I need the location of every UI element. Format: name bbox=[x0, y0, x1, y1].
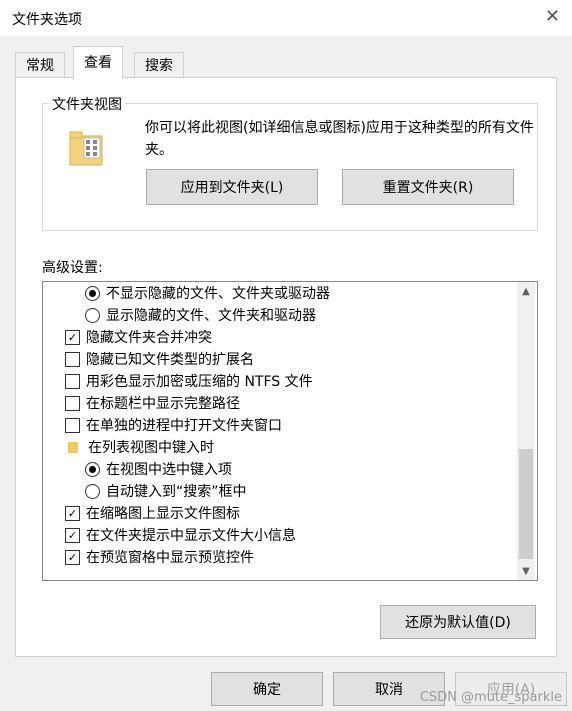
list-item-label: 自动键入到“搜索”框中 bbox=[106, 484, 247, 500]
list-item-label: 用彩色显示加密或压缩的 NTFS 文件 bbox=[86, 374, 313, 390]
radio-selected[interactable] bbox=[85, 461, 100, 477]
list-item-label: 在列表视图中键入时 bbox=[88, 440, 214, 456]
list-item[interactable]: 显示隐藏的文件、文件夹和驱动器 bbox=[85, 304, 316, 326]
checkbox[interactable] bbox=[65, 373, 80, 389]
list-item-label: 隐藏已知文件类型的扩展名 bbox=[86, 352, 254, 368]
list-item[interactable]: ✓ 隐藏文件夹合并冲突 bbox=[65, 326, 212, 348]
checkbox[interactable] bbox=[65, 417, 80, 433]
folder-view-icon bbox=[69, 131, 103, 166]
list-item: 在列表视图中键入时 bbox=[68, 436, 214, 458]
list-item[interactable]: ✓ 在预览窗格中显示预览控件 bbox=[65, 546, 254, 568]
title-bar: 文件夹选项 ✕ bbox=[0, 0, 572, 36]
radio[interactable] bbox=[85, 307, 100, 323]
list-item[interactable]: 在标题栏中显示完整路径 bbox=[65, 392, 240, 414]
list-item[interactable]: 在单独的进程中打开文件夹窗口 bbox=[65, 414, 282, 436]
list-item[interactable]: 不显示隐藏的文件、文件夹或驱动器 bbox=[85, 282, 330, 304]
restore-defaults-button[interactable]: 还原为默认值(D) bbox=[380, 605, 536, 639]
list-item-label: 不显示隐藏的文件、文件夹或驱动器 bbox=[106, 286, 330, 302]
reset-folders-button[interactable]: 重置文件夹(R) bbox=[342, 169, 514, 205]
scroll-up-icon[interactable]: ▲ bbox=[517, 282, 535, 300]
checkbox-checked[interactable]: ✓ bbox=[65, 549, 80, 565]
list-item-label: 在单独的进程中打开文件夹窗口 bbox=[86, 418, 282, 434]
list-item-label: 在缩略图上显示文件图标 bbox=[86, 506, 240, 522]
advanced-settings-list[interactable]: 不显示隐藏的文件、文件夹或驱动器 显示隐藏的文件、文件夹和驱动器 ✓ 隐藏文件夹… bbox=[42, 281, 538, 581]
scrollbar-thumb[interactable] bbox=[519, 449, 533, 559]
close-icon[interactable]: ✕ bbox=[545, 6, 560, 27]
scroll-down-icon[interactable]: ▼ bbox=[517, 562, 535, 580]
list-item-label: 在文件夹提示中显示文件大小信息 bbox=[86, 528, 296, 544]
list-item[interactable]: 在视图中选中键入项 bbox=[85, 458, 232, 480]
list-item[interactable]: ✓ 在文件夹提示中显示文件大小信息 bbox=[65, 524, 296, 546]
watermark: CSDN @mute_sparkle bbox=[419, 690, 562, 705]
tab-search[interactable]: 搜索 bbox=[134, 52, 184, 79]
folder-views-title: 文件夹视图 bbox=[49, 94, 125, 114]
checkbox-checked[interactable]: ✓ bbox=[65, 505, 80, 521]
checkbox-checked[interactable]: ✓ bbox=[65, 527, 80, 543]
tab-general[interactable]: 常规 bbox=[15, 52, 65, 79]
checkbox-checked[interactable]: ✓ bbox=[65, 329, 80, 345]
list-item-label: 隐藏文件夹合并冲突 bbox=[86, 330, 212, 346]
folder-views-description: 你可以将此视图(如详细信息或图标)应用于这种类型的所有文件夹。 bbox=[145, 120, 534, 158]
list-item[interactable]: 隐藏已知文件类型的扩展名 bbox=[65, 348, 254, 370]
radio-selected[interactable] bbox=[85, 285, 100, 301]
apply-to-folders-button[interactable]: 应用到文件夹(L) bbox=[146, 169, 318, 205]
list-item-label: 显示隐藏的文件、文件夹和驱动器 bbox=[106, 308, 316, 324]
ok-button[interactable]: 确定 bbox=[211, 672, 323, 706]
checkbox[interactable] bbox=[65, 351, 80, 367]
tab-view[interactable]: 查看 bbox=[73, 46, 123, 79]
list-item[interactable]: 自动键入到“搜索”框中 bbox=[85, 480, 247, 502]
list-item-label: 在视图中选中键入项 bbox=[106, 462, 232, 478]
folder-icon bbox=[68, 441, 78, 453]
radio[interactable] bbox=[85, 483, 100, 499]
list-item-label: 在预览窗格中显示预览控件 bbox=[86, 550, 254, 566]
advanced-settings-label: 高级设置: bbox=[42, 260, 103, 276]
checkbox[interactable] bbox=[65, 395, 80, 411]
list-item[interactable]: 用彩色显示加密或压缩的 NTFS 文件 bbox=[65, 370, 313, 392]
list-item-label: 在标题栏中显示完整路径 bbox=[86, 396, 240, 412]
scrollbar[interactable]: ▲ ▼ bbox=[517, 282, 535, 580]
window-title: 文件夹选项 bbox=[12, 12, 82, 28]
list-item[interactable]: ✓ 在缩略图上显示文件图标 bbox=[65, 502, 240, 524]
